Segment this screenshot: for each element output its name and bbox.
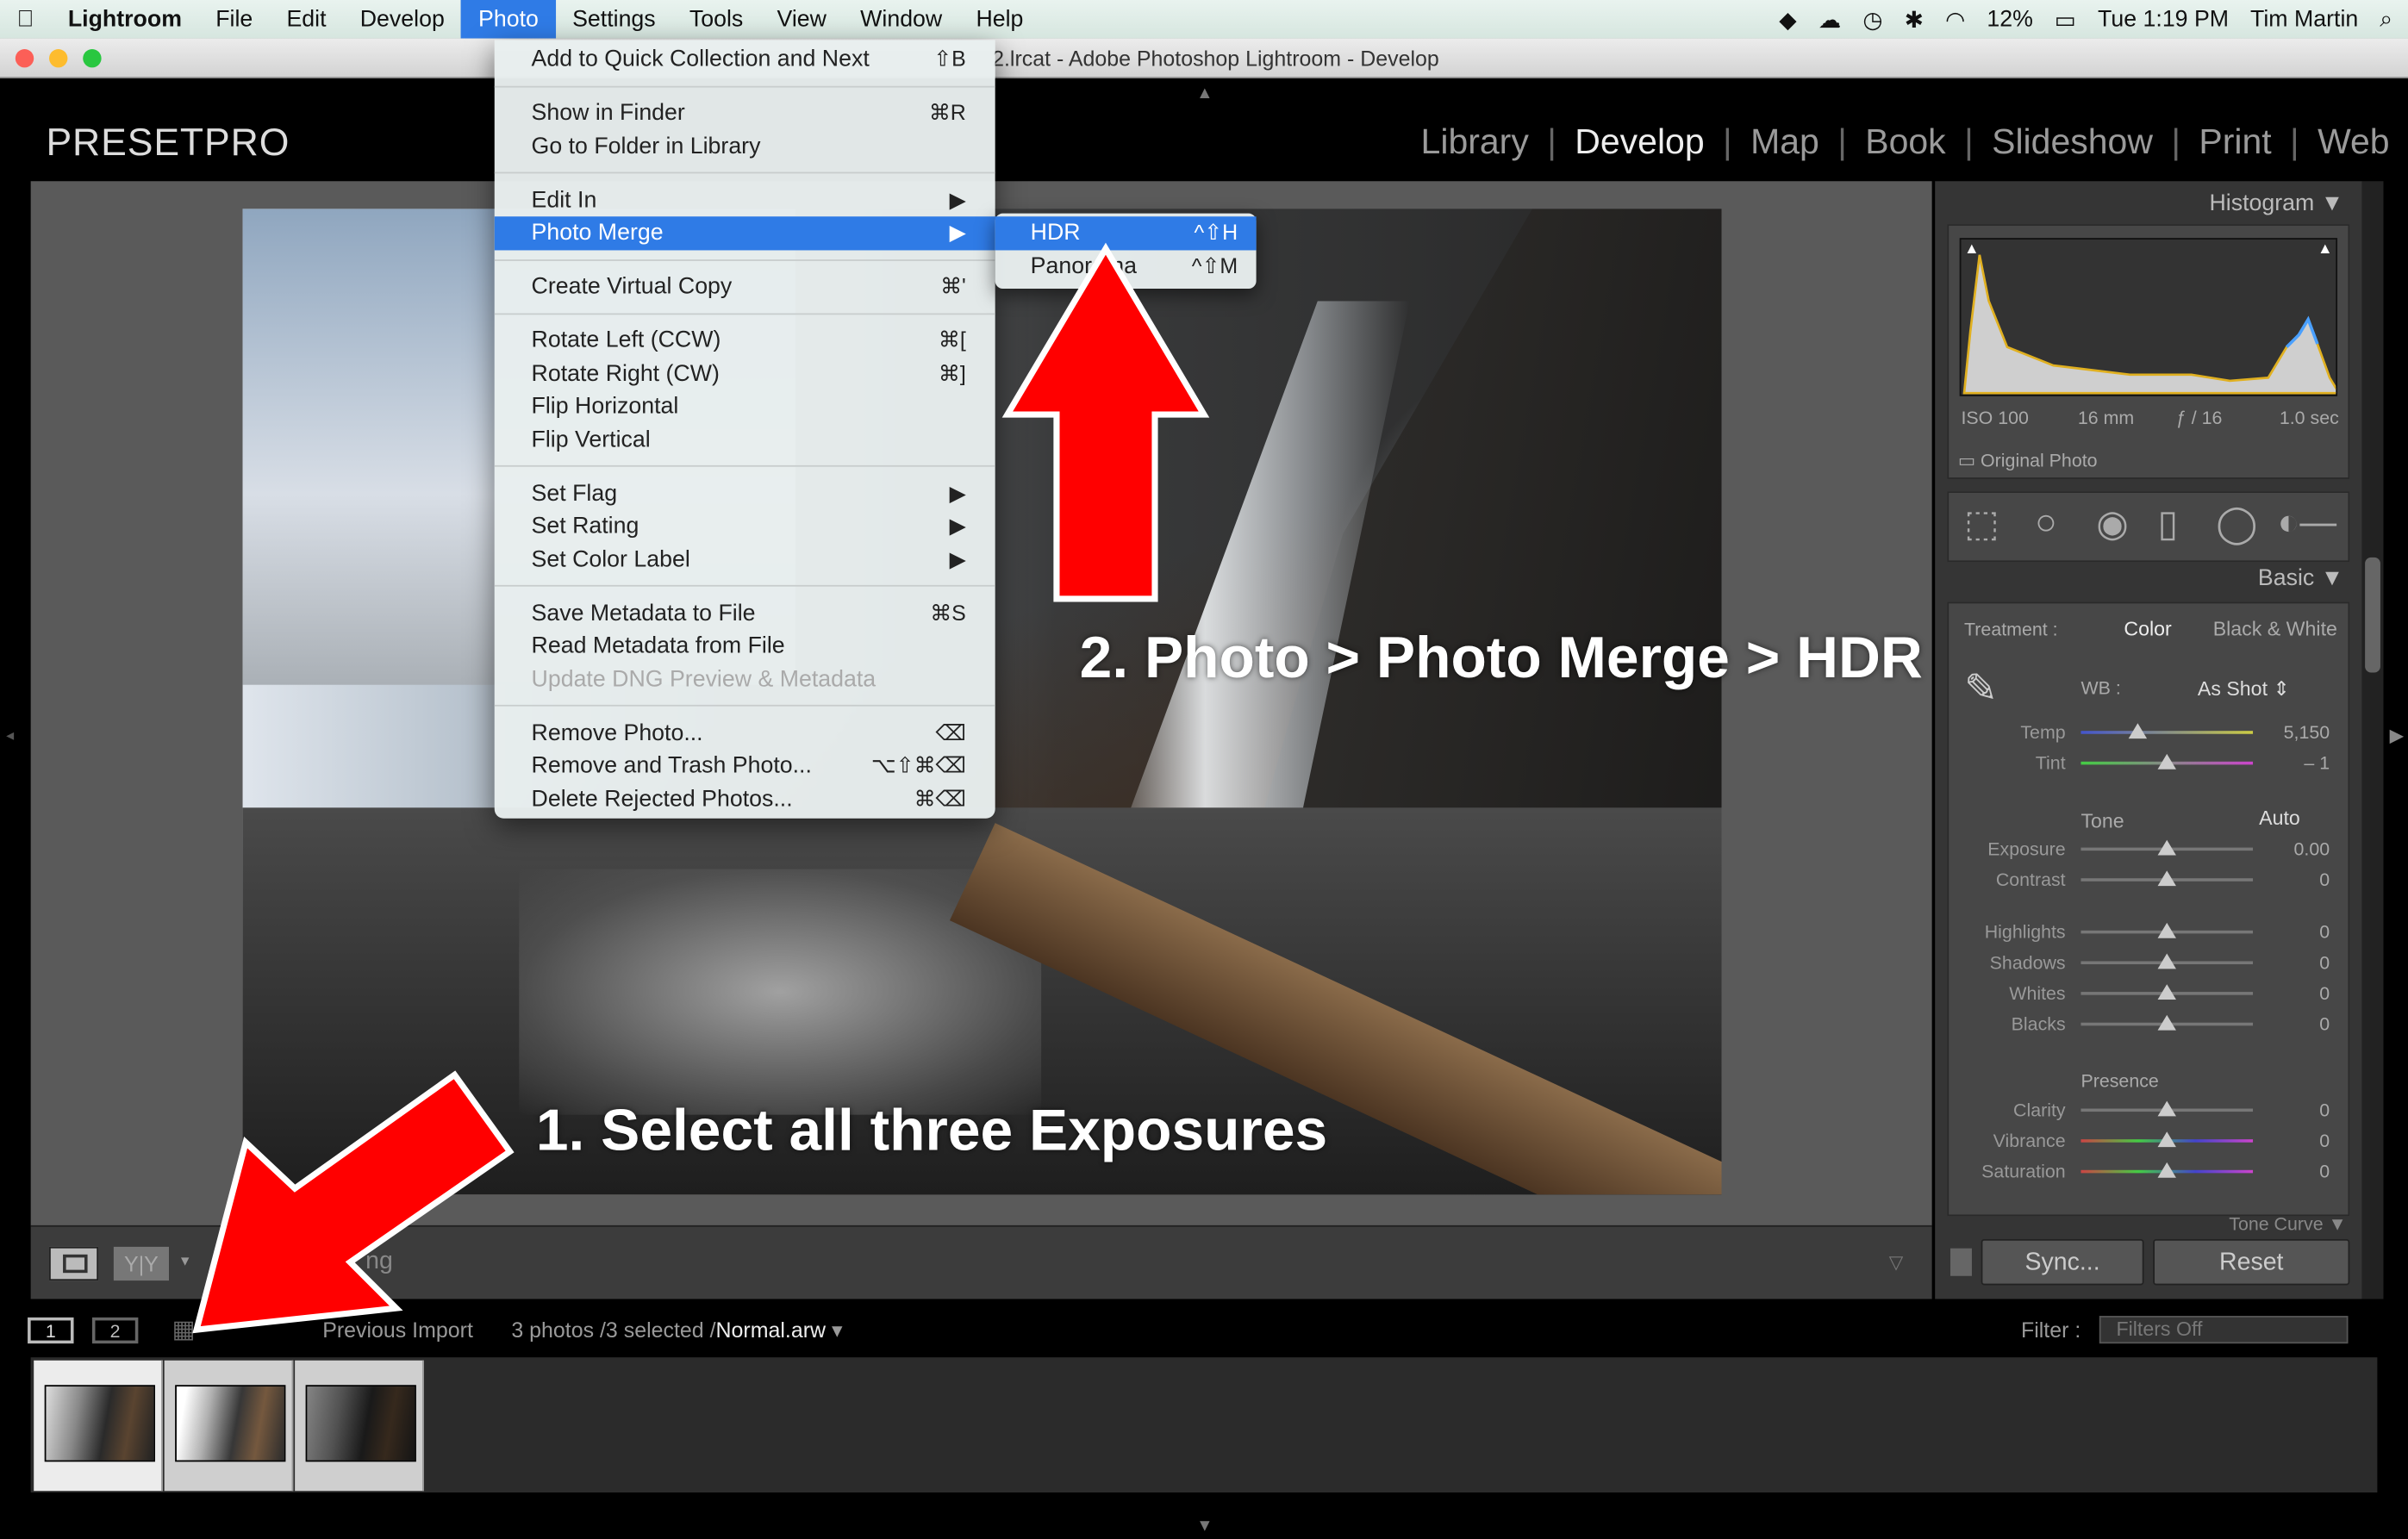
arrow-up-annotation: [1001, 242, 1210, 602]
annotation-arrows: [192, 242, 1210, 1334]
lightroom-screen:  Lightroom FileEditDevelopPhotoSettings…: [0, 0, 2408, 1539]
arrow-down-left-annotation: [192, 1070, 515, 1334]
step1-annotation: 1. Select all three Exposures: [535, 1099, 1328, 1164]
step2-annotation: 2. Photo > Photo Merge > HDR: [1079, 626, 1923, 691]
